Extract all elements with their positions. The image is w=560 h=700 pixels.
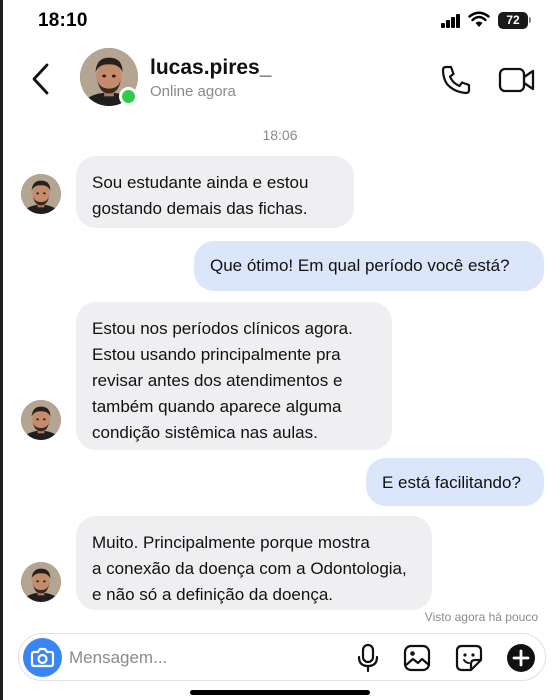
message-line: gostando demais das fichas. (92, 199, 308, 218)
phone-icon[interactable] (440, 64, 472, 96)
message-line: também quando aparece alguma (92, 397, 342, 416)
online-indicator (119, 87, 138, 106)
message-line: Que ótimo! Em qual período você está? (210, 256, 510, 275)
message-line: revisar antes dos atendimentos e (92, 371, 343, 390)
message-composer (18, 633, 546, 681)
message-line: Estou nos períodos clínicos agora. (92, 319, 353, 338)
plus-icon[interactable] (507, 644, 535, 672)
avatar[interactable] (21, 174, 61, 214)
video-camera-icon[interactable] (498, 66, 536, 94)
incoming-message[interactable]: Estou nos períodos clínicos agora. Estou… (76, 302, 392, 450)
status-time: 18:10 (38, 10, 88, 31)
message-line: condição sistêmica nas aulas. (92, 423, 318, 442)
message-line: Sou estudante ainda e estou (92, 173, 309, 192)
sticker-icon[interactable] (455, 644, 483, 672)
message-line: Muito. Principalmente porque mostra (92, 533, 370, 552)
contact-name[interactable]: lucas.pires_ (150, 56, 271, 80)
message-line: e não só a definição da doença. (92, 585, 334, 604)
battery-icon: 72 (498, 12, 528, 29)
gallery-icon[interactable] (403, 644, 431, 672)
battery-tip (529, 17, 531, 23)
message-input[interactable] (69, 646, 339, 670)
camera-icon[interactable] (23, 638, 62, 677)
outgoing-message[interactable]: Que ótimo! Em qual período você está? (194, 241, 544, 291)
message-line: Estou usando principalmente pra (92, 345, 341, 364)
contact-status: Online agora (150, 83, 236, 100)
wifi-icon (468, 11, 490, 27)
avatar[interactable] (21, 400, 61, 440)
chat-header: lucas.pires_ Online agora (0, 42, 560, 120)
incoming-message[interactable]: Sou estudante ainda e estou gostando dem… (76, 156, 354, 228)
message-line: a conexão da doença com a Odontologia, (92, 559, 407, 578)
home-indicator[interactable] (190, 690, 370, 695)
message-line: E está facilitando? (382, 473, 521, 492)
incoming-message[interactable]: Muito. Principalmente porque mostra a co… (76, 516, 432, 610)
outgoing-message[interactable]: E está facilitando? (366, 458, 544, 506)
microphone-icon[interactable] (355, 643, 381, 673)
message-timestamp: 18:06 (262, 127, 298, 143)
chevron-left-icon[interactable] (28, 62, 54, 96)
seen-status: Visto agora há pouco (424, 610, 538, 624)
status-bar: 18:10 72 (0, 0, 560, 42)
avatar[interactable] (21, 562, 61, 602)
signal-icon (441, 14, 461, 28)
